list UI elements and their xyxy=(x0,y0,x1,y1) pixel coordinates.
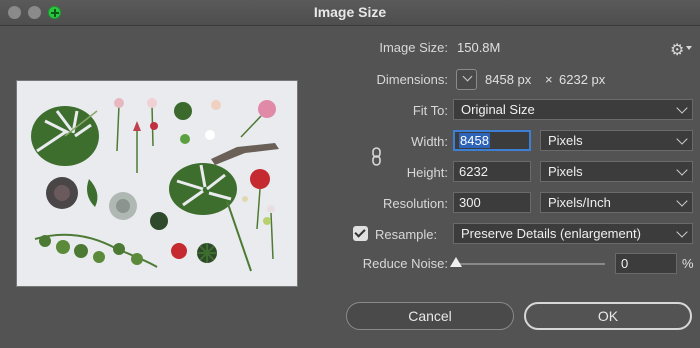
dimensions-times: × xyxy=(545,72,553,87)
image-preview xyxy=(16,80,298,287)
height-unit-dropdown[interactable]: Pixels xyxy=(540,161,693,182)
slider-thumb-icon[interactable] xyxy=(450,257,462,267)
height-unit-value: Pixels xyxy=(548,164,583,179)
image-size-value: 150.8M xyxy=(457,40,501,55)
dimensions-units-dropdown[interactable] xyxy=(456,69,477,90)
dimensions-width: 8458 px xyxy=(485,72,532,87)
width-unit-value: Pixels xyxy=(548,133,583,148)
resolution-field[interactable]: 300 xyxy=(453,192,531,213)
image-size-label: Image Size: xyxy=(379,40,448,55)
chevron-down-icon xyxy=(676,226,688,238)
window-title: Image Size xyxy=(313,4,387,20)
fit-to-value: Original Size xyxy=(461,102,535,117)
resample-checkbox[interactable] xyxy=(353,226,368,241)
height-field[interactable]: 6232 xyxy=(453,161,531,182)
chevron-down-icon xyxy=(676,195,688,207)
dimensions-height: 6232 px xyxy=(559,72,606,87)
chevron-down-icon xyxy=(676,102,688,114)
fit-to-label: Fit To: xyxy=(412,103,448,118)
chevron-down-icon xyxy=(462,71,473,82)
resample-label: Resample: xyxy=(375,227,438,242)
chevron-down-icon xyxy=(676,164,688,176)
resolution-label: Resolution: xyxy=(382,196,448,211)
height-label: Height: xyxy=(406,165,448,180)
reduce-noise-unit: % xyxy=(682,256,694,271)
chain-link-icon[interactable] xyxy=(370,147,384,167)
fit-to-dropdown[interactable]: Original Size xyxy=(453,99,693,120)
resample-value: Preserve Details (enlargement) xyxy=(461,226,641,241)
width-field[interactable]: 8458 xyxy=(453,130,531,151)
cancel-button[interactable]: Cancel xyxy=(346,302,514,330)
resolution-unit-value: Pixels/Inch xyxy=(548,195,611,210)
title-bar: Image Size xyxy=(0,0,700,26)
dimensions-label: Dimensions: xyxy=(376,72,448,87)
width-label: Width: xyxy=(411,134,448,149)
reduce-noise-field[interactable]: 0 xyxy=(615,253,677,274)
reduce-noise-value: 0 xyxy=(621,256,629,271)
width-unit-dropdown[interactable]: Pixels xyxy=(540,130,693,151)
gear-menu-caret-icon[interactable] xyxy=(686,46,692,50)
resolution-unit-dropdown[interactable]: Pixels/Inch xyxy=(540,192,693,213)
gear-icon[interactable]: ⚙ xyxy=(670,40,684,60)
reduce-noise-label: Reduce Noise: xyxy=(362,256,448,271)
chevron-down-icon xyxy=(676,133,688,145)
reduce-noise-slider[interactable] xyxy=(455,263,605,265)
resolution-value: 300 xyxy=(459,195,481,210)
height-value: 6232 xyxy=(459,164,488,179)
ok-button[interactable]: OK xyxy=(524,302,692,330)
resample-dropdown[interactable]: Preserve Details (enlargement) xyxy=(453,223,693,244)
width-value: 8458 xyxy=(459,133,490,148)
